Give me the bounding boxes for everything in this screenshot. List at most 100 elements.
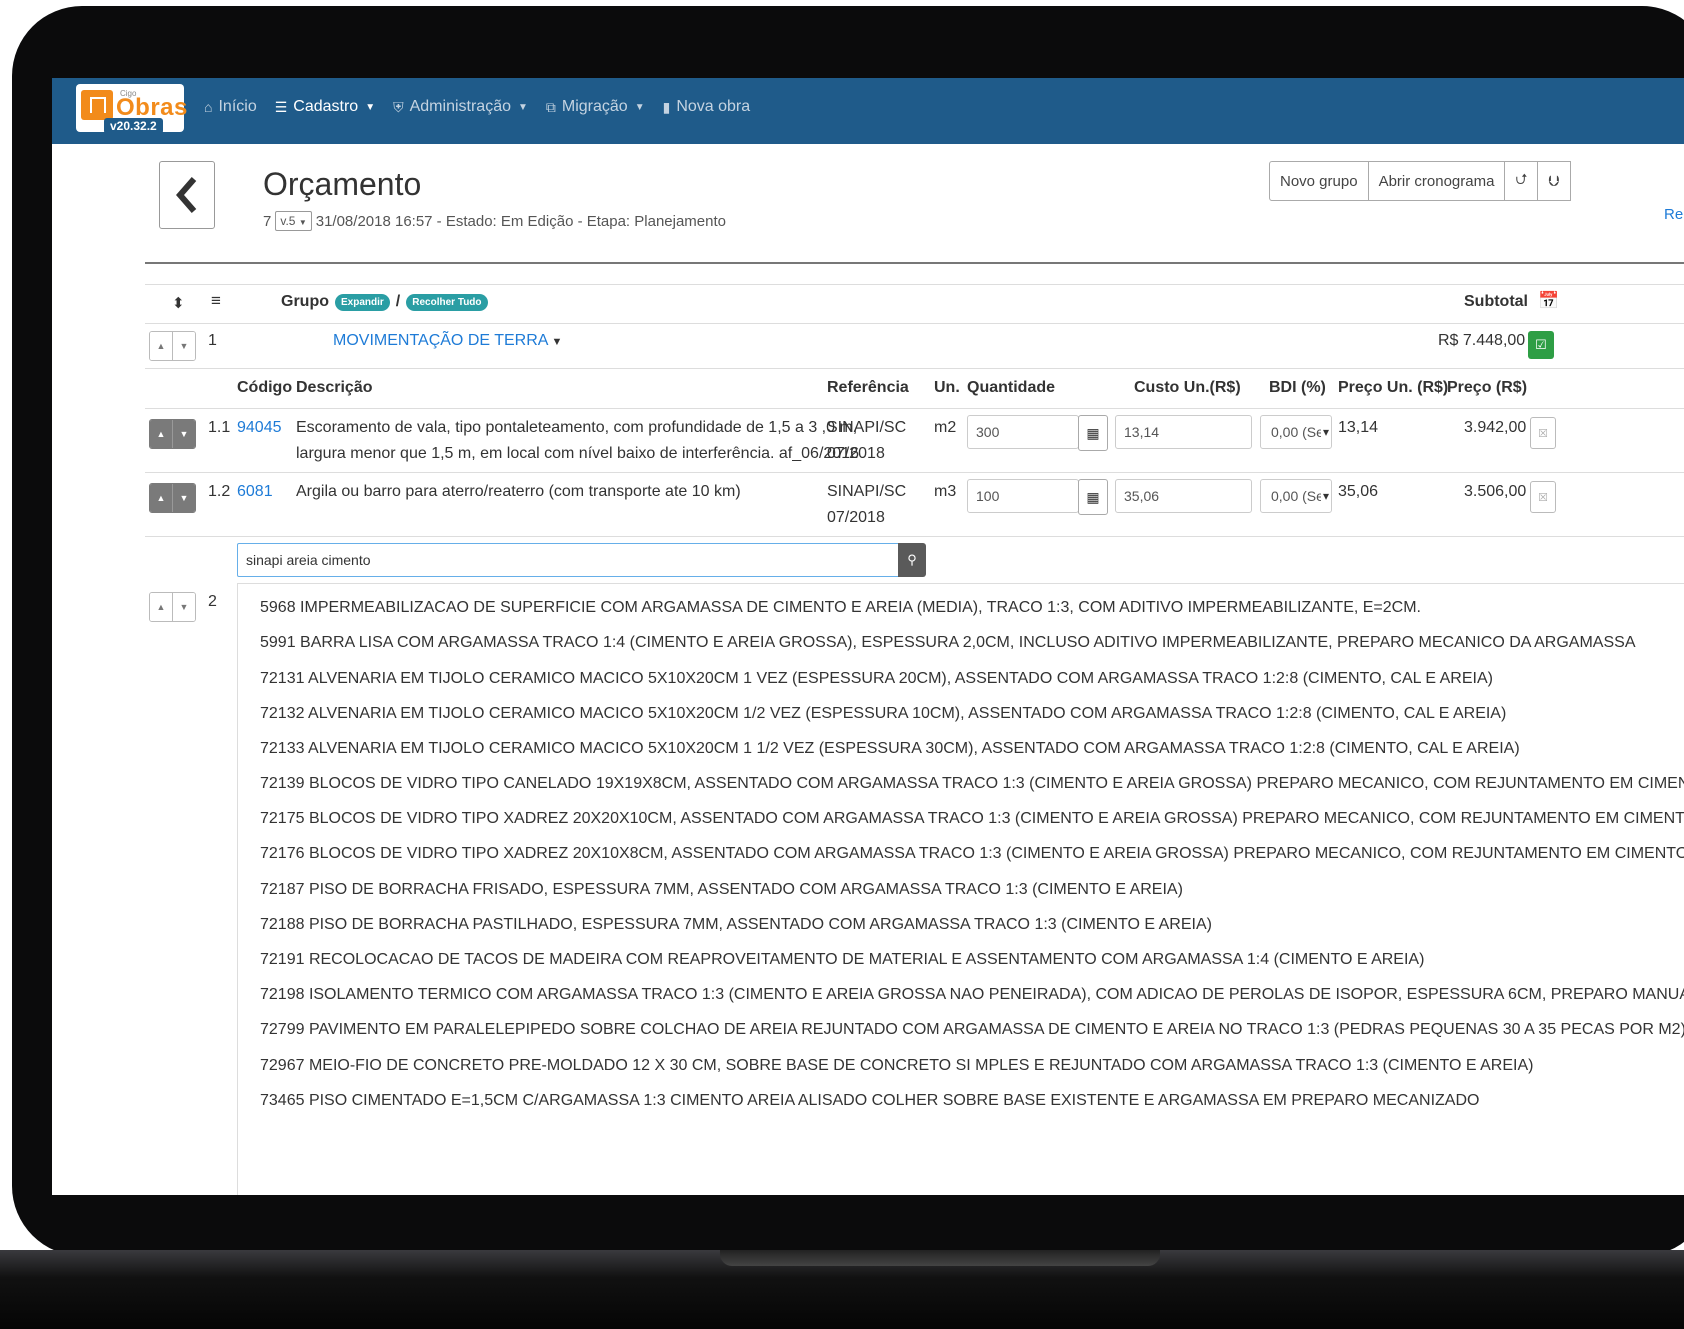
item-code-link[interactable]: 94045 bbox=[237, 419, 282, 437]
item-price: 3.506,00 bbox=[1464, 483, 1527, 500]
suggestion-item[interactable]: 72967 MEIO-FIO DE CONCRETO PRE-MOLDADO 1… bbox=[260, 1057, 1533, 1075]
move-up-button[interactable]: ▲ bbox=[150, 420, 172, 448]
move-down-button[interactable]: ▼ bbox=[172, 484, 195, 512]
col-preco: Preço (R$) bbox=[1447, 379, 1528, 396]
database-icon: ☰ bbox=[274, 98, 288, 115]
nav-item-cadastro[interactable]: ☰ Cadastro ▼ bbox=[275, 98, 375, 116]
group-table-header: ⬍ ≡ Grupo Expandir / Recolher Tudo Subto… bbox=[145, 284, 1684, 324]
laptop-hinge bbox=[720, 1250, 1160, 1266]
reorder-buttons: ▲ ▼ bbox=[149, 592, 196, 622]
group-row: ▲ ▼ 2 bbox=[145, 583, 237, 628]
move-up-button[interactable]: ▲ bbox=[150, 593, 172, 621]
item-description-line: largura menor que 1,5 m, em local com ní… bbox=[296, 445, 859, 462]
chevron-left-icon bbox=[176, 177, 197, 213]
table-row: ▲ ▼ 1.2 6081 Argila ou barro para aterro… bbox=[145, 472, 1684, 537]
top-navbar: Cigo Obras v20.32.2 ⌂ Início ☰ Cadastro … bbox=[52, 78, 1684, 144]
item-unit-price: 13,14 bbox=[1338, 419, 1379, 436]
suggestion-item[interactable]: 72187 PISO DE BORRACHA FRISADO, ESPESSUR… bbox=[260, 881, 1183, 899]
page-title: Orçamento bbox=[263, 166, 422, 202]
calendar-x-button[interactable]: ☒ bbox=[1530, 481, 1556, 513]
list-ordered-icon[interactable]: ≡ bbox=[211, 291, 221, 311]
download-icon: ⮋ bbox=[1548, 172, 1560, 190]
reorder-buttons: ▲ ▼ bbox=[149, 331, 196, 361]
nav-item-nova-obra[interactable]: ▮ Nova obra bbox=[663, 98, 751, 116]
move-down-button[interactable]: ▼ bbox=[172, 332, 195, 360]
calculator-icon: ▦ bbox=[1086, 424, 1100, 441]
group-header-label: Grupo bbox=[281, 293, 329, 310]
header-separator: / bbox=[395, 293, 401, 310]
upload-icon: ⮍ bbox=[1515, 170, 1528, 188]
suggestion-item[interactable]: 72133 ALVENARIA EM TIJOLO CERAMICO MACIC… bbox=[260, 740, 1520, 758]
col-descricao: Descrição bbox=[296, 379, 373, 396]
sort-icon[interactable]: ⬍ bbox=[172, 294, 185, 312]
upload-button[interactable]: ⮍ bbox=[1504, 161, 1539, 201]
nav-item-label: Cadastro bbox=[293, 98, 359, 115]
item-description-line: Escoramento de vala, tipo pontaleteament… bbox=[296, 419, 858, 436]
nav-item-administracao[interactable]: ⛨ Administração ▼ bbox=[393, 98, 528, 116]
download-button[interactable]: ⮋ bbox=[1537, 161, 1571, 201]
col-referencia: Referência bbox=[827, 379, 909, 396]
suggestion-item[interactable]: 72139 BLOCOS DE VIDRO TIPO CANELADO 19X1… bbox=[260, 775, 1684, 793]
group-row: ▲ ▼ 1 MOVIMENTAÇÃO DE TERRA ▼ R$ 7.448,00… bbox=[145, 322, 1684, 369]
bdi-select[interactable]: 0,00 (Se bbox=[1260, 415, 1332, 449]
col-quantidade: Quantidade bbox=[967, 379, 1056, 396]
new-group-button[interactable]: Novo grupo bbox=[1269, 161, 1369, 201]
collapse-all-button[interactable]: Recolher Tudo bbox=[406, 293, 488, 311]
app-logo[interactable]: Cigo Obras v20.32.2 bbox=[76, 84, 187, 134]
bdi-select[interactable]: 0,00 (Se bbox=[1260, 479, 1332, 513]
suggestion-item[interactable]: 72191 RECOLOCACAO DE TACOS DE MADEIRA CO… bbox=[260, 951, 1424, 969]
nav-menu: ⌂ Início ☰ Cadastro ▼ ⛨ Administração ▼ … bbox=[204, 78, 768, 136]
calendar-x-button[interactable]: ☒ bbox=[1530, 417, 1556, 449]
col-un: Un. bbox=[934, 379, 960, 396]
group-name-link[interactable]: MOVIMENTAÇÃO DE TERRA ▼ bbox=[333, 332, 562, 350]
suggestion-item[interactable]: 72176 BLOCOS DE VIDRO TIPO XADREZ 20X10X… bbox=[260, 845, 1684, 863]
group-name: MOVIMENTAÇÃO DE TERRA bbox=[333, 332, 549, 349]
page-subtitle: 7 v.5 ▼ 31/08/2018 16:57 - Estado: Em Ed… bbox=[263, 211, 726, 231]
move-down-button[interactable]: ▼ bbox=[172, 420, 195, 448]
back-button[interactable] bbox=[159, 161, 215, 229]
suggestion-item[interactable]: 72132 ALVENARIA EM TIJOLO CERAMICO MACIC… bbox=[260, 705, 1506, 723]
nav-item-migracao[interactable]: ⧉ Migração ▼ bbox=[546, 98, 645, 116]
suggestion-item[interactable]: 72198 ISOLAMENTO TERMICO COM ARGAMASSA T… bbox=[260, 986, 1684, 1004]
move-down-button[interactable]: ▼ bbox=[172, 593, 195, 621]
group-header: Grupo Expandir / Recolher Tudo bbox=[281, 293, 488, 311]
calculator-button[interactable]: ▦ bbox=[1078, 415, 1108, 451]
col-custo: Custo Un.(R$) bbox=[1134, 379, 1241, 396]
move-up-button[interactable]: ▲ bbox=[150, 332, 172, 360]
link-re[interactable]: Re bbox=[1664, 206, 1683, 223]
quantity-input[interactable]: 300 bbox=[967, 415, 1079, 449]
suggestion-item[interactable]: 5991 BARRA LISA COM ARGAMASSA TRACO 1:4 … bbox=[260, 634, 1636, 652]
suggestion-item[interactable]: 72131 ALVENARIA EM TIJOLO CERAMICO MACIC… bbox=[260, 670, 1493, 688]
group-number: 2 bbox=[208, 593, 217, 610]
nav-item-inicio[interactable]: ⌂ Início bbox=[204, 98, 257, 116]
subtotal-header: Subtotal bbox=[1464, 293, 1528, 310]
composition-search-input[interactable]: sinapi areia cimento bbox=[237, 543, 899, 577]
item-code-link[interactable]: 6081 bbox=[237, 483, 273, 501]
header-divider bbox=[145, 262, 1684, 264]
schedule-group-button[interactable]: ☑ bbox=[1528, 331, 1554, 359]
nav-item-label: Administração bbox=[409, 98, 511, 115]
unit-cost-input[interactable]: 13,14 bbox=[1115, 415, 1252, 449]
table-row: ▲ ▼ 1.1 94045 Escoramento de vala, tipo … bbox=[145, 408, 1684, 473]
suggestion-item[interactable]: 5968 IMPERMEABILIZACAO DE SUPERFICIE COM… bbox=[260, 599, 1421, 617]
unit-cost-input[interactable]: 35,06 bbox=[1115, 479, 1252, 513]
expand-all-button[interactable]: Expandir bbox=[335, 293, 390, 311]
caret-down-icon: ▼ bbox=[298, 218, 307, 227]
suggestion-item[interactable]: 72188 PISO DE BORRACHA PASTILHADO, ESPES… bbox=[260, 916, 1212, 934]
caret-down-icon: ▼ bbox=[517, 101, 528, 113]
item-column-headers: Código Descrição Referência Un. Quantida… bbox=[145, 368, 1684, 409]
version-select[interactable]: v.5 ▼ bbox=[275, 211, 312, 231]
calendar-plus-icon[interactable]: 📅 bbox=[1538, 291, 1559, 311]
quantity-input[interactable]: 100 bbox=[967, 479, 1079, 513]
item-number: 1.1 bbox=[208, 419, 231, 436]
laptop-base bbox=[0, 1250, 1684, 1329]
suggestion-item[interactable]: 72175 BLOCOS DE VIDRO TIPO XADREZ 20X20X… bbox=[260, 810, 1684, 828]
suggestion-item[interactable]: 73465 PISO CIMENTADO E=1,5CM C/ARGAMASSA… bbox=[260, 1092, 1479, 1110]
calculator-button[interactable]: ▦ bbox=[1078, 479, 1108, 515]
budget-meta: 31/08/2018 16:57 - Estado: Em Edição - E… bbox=[315, 212, 727, 230]
open-schedule-button[interactable]: Abrir cronograma bbox=[1367, 161, 1506, 201]
app-screen: Cigo Obras v20.32.2 ⌂ Início ☰ Cadastro … bbox=[52, 78, 1684, 1195]
search-button[interactable]: ⚲ bbox=[898, 543, 926, 577]
move-up-button[interactable]: ▲ bbox=[150, 484, 172, 512]
suggestion-item[interactable]: 72799 PAVIMENTO EM PARALELEPIPEDO SOBRE … bbox=[260, 1021, 1684, 1039]
